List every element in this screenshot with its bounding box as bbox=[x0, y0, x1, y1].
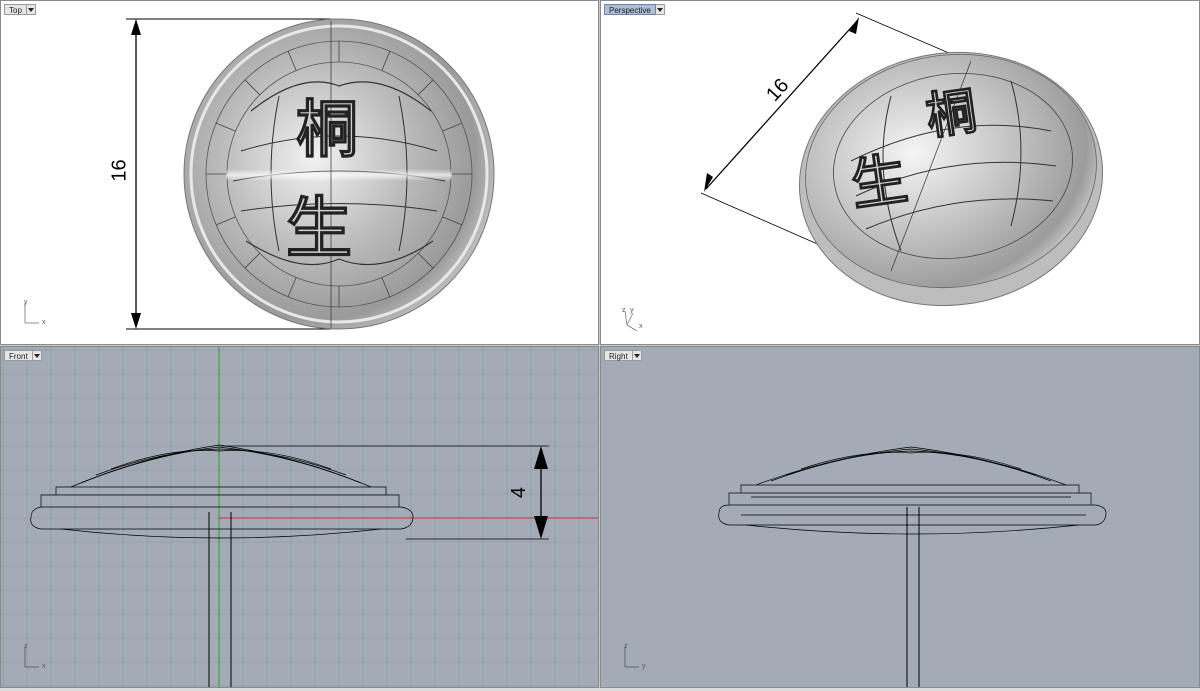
viewport-menu-arrow-icon[interactable] bbox=[632, 350, 642, 361]
axis-label: z bbox=[622, 307, 626, 314]
axis-label: y bbox=[642, 663, 646, 670]
viewport-name[interactable]: Right bbox=[604, 350, 633, 361]
axis-label: z bbox=[24, 643, 28, 650]
coin-shaded: 桐 生 bbox=[183, 18, 495, 330]
axis-label: y bbox=[24, 299, 28, 306]
engraved-glyph: 桐 bbox=[922, 81, 980, 146]
viewport-menu-arrow-icon[interactable] bbox=[32, 350, 42, 361]
world-axes-icon: y x bbox=[21, 299, 49, 326]
coin-shaded: 桐 生 bbox=[798, 51, 1104, 307]
viewport-menu-arrow-icon[interactable] bbox=[655, 4, 665, 15]
viewport-name[interactable]: Top bbox=[4, 4, 27, 15]
axis-label: x bbox=[42, 319, 46, 326]
dimension-arrow-icon bbox=[131, 19, 141, 35]
coin-wireframe bbox=[30, 444, 414, 539]
axis-label: x bbox=[639, 323, 643, 330]
coin-wireframe bbox=[718, 446, 1107, 535]
dimension-arrow-icon bbox=[131, 313, 141, 329]
viewport-title-front[interactable]: Front bbox=[4, 350, 42, 361]
viewport-front[interactable]: Front 4 z x bbox=[0, 346, 599, 688]
axis-label: y bbox=[630, 307, 634, 314]
viewport-title-right[interactable]: Right bbox=[604, 350, 642, 361]
dimension-arrow-icon bbox=[849, 17, 859, 34]
world-axes-icon: z y x bbox=[621, 305, 649, 331]
dimension-arrow-icon bbox=[534, 516, 548, 539]
viewport-menu-arrow-icon[interactable] bbox=[26, 4, 36, 15]
viewport-name[interactable]: Perspective bbox=[604, 4, 656, 15]
axis-label: x bbox=[42, 663, 46, 670]
engraved-glyph: 生 bbox=[847, 146, 912, 219]
viewport-right[interactable]: Right z y bbox=[600, 346, 1200, 688]
axis-label: z bbox=[624, 643, 628, 650]
front-view-scene bbox=[1, 347, 598, 687]
engraved-glyph: 生 bbox=[286, 189, 352, 267]
perspective-view-scene: 桐 生 bbox=[700, 12, 1104, 307]
dimension-arrow-icon bbox=[534, 446, 548, 469]
engraved-glyph: 桐 bbox=[296, 93, 358, 166]
viewport-perspective[interactable]: Perspective 桐 生 16 z y x bbox=[600, 0, 1200, 345]
dimension-label: 4 bbox=[508, 486, 531, 499]
world-axes-icon: z y bbox=[621, 643, 649, 670]
top-view-scene: 桐 生 bbox=[126, 18, 495, 330]
viewport-top[interactable]: Top 桐 生 16 y x bbox=[0, 0, 599, 345]
viewport-title-perspective[interactable]: Perspective bbox=[604, 4, 665, 15]
viewport-name[interactable]: Front bbox=[4, 350, 33, 361]
viewport-title-top[interactable]: Top bbox=[4, 4, 36, 15]
dimension-label: 16 bbox=[108, 159, 131, 182]
right-view-scene bbox=[718, 446, 1107, 687]
world-axes-icon: z x bbox=[21, 643, 49, 670]
